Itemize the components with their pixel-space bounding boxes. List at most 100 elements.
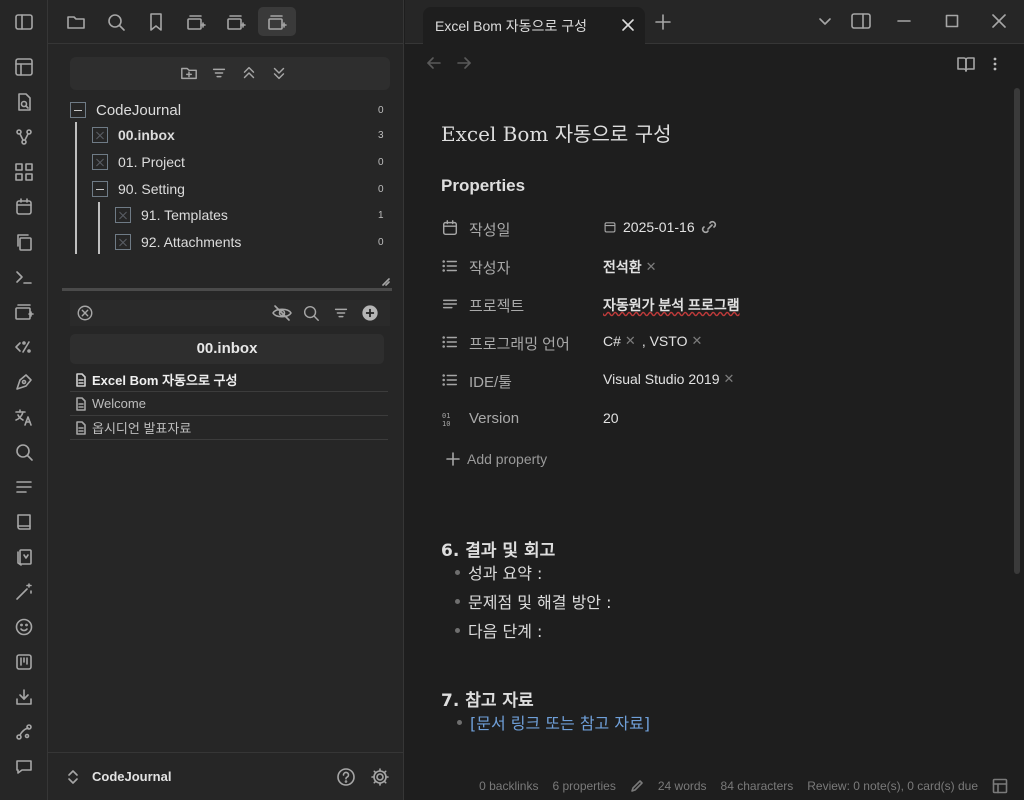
- folder-open-icon[interactable]: [66, 12, 86, 32]
- search-icon[interactable]: [14, 442, 34, 462]
- regex-icon[interactable]: [14, 337, 34, 357]
- grid-icon[interactable]: [14, 162, 34, 182]
- file-pane-folder-title: 00.inbox: [70, 334, 384, 364]
- chevron-updown-icon[interactable]: [66, 769, 80, 785]
- graph-icon[interactable]: [14, 127, 34, 147]
- settings-gear-icon[interactable]: [370, 767, 390, 787]
- more-options-icon[interactable]: [993, 56, 997, 72]
- backlinks-count[interactable]: 0 backlinks: [479, 779, 538, 793]
- file-item[interactable]: Welcome: [70, 392, 388, 416]
- word-count: 24 words: [657, 779, 707, 793]
- stack-add-icon[interactable]: [267, 12, 287, 32]
- folder-item-attachments[interactable]: 92. Attachments 0: [115, 231, 390, 253]
- help-icon[interactable]: [336, 767, 356, 787]
- maximize-icon[interactable]: [945, 14, 959, 28]
- eye-off-icon[interactable]: [272, 304, 292, 322]
- filter-icon[interactable]: [332, 304, 350, 322]
- list-icon: [441, 257, 459, 275]
- folder-item-project[interactable]: 01. Project 0: [92, 151, 390, 173]
- file-search-icon[interactable]: [14, 92, 34, 112]
- sidebar-toggle-icon[interactable]: [14, 12, 34, 32]
- list-item[interactable]: [문서 링크 또는 참고 자료]: [457, 710, 650, 734]
- property-row-project[interactable]: 프로젝트 자동원가 분석 프로그램: [441, 289, 1001, 319]
- link-icon[interactable]: [701, 220, 717, 234]
- collapse-all-icon[interactable]: [240, 64, 258, 82]
- heading-section-6[interactable]: 6. 결과 및 회고: [441, 536, 555, 561]
- collapse-icon[interactable]: [70, 102, 86, 118]
- folder-item-templates[interactable]: 91. Templates 1: [115, 204, 390, 226]
- kanban-icon[interactable]: [14, 652, 34, 672]
- scrollbar[interactable]: [1014, 88, 1020, 574]
- review-status[interactable]: Review: 0 note(s), 0 card(s) due: [807, 779, 978, 793]
- cards-icon[interactable]: [14, 547, 34, 567]
- download-icon[interactable]: [14, 687, 34, 707]
- property-value[interactable]: C# ✕ , VSTO ✕: [603, 333, 702, 349]
- terminal-icon[interactable]: [14, 267, 34, 287]
- internal-link[interactable]: [문서 링크 또는 참고 자료]: [470, 710, 650, 734]
- list-icon[interactable]: [14, 477, 34, 497]
- property-value[interactable]: 2025-01-16: [603, 219, 717, 235]
- search-icon[interactable]: [106, 12, 126, 32]
- new-folder-icon[interactable]: [180, 64, 198, 82]
- smile-icon[interactable]: [14, 617, 34, 637]
- list-item[interactable]: 다음 단계 :: [455, 618, 542, 642]
- property-row-author[interactable]: 작성자 전석환 ✕: [441, 251, 1001, 281]
- add-property-button[interactable]: Add property: [445, 451, 547, 467]
- copy-icon[interactable]: [14, 232, 34, 252]
- property-row-language[interactable]: 프로그래밍 언어 C# ✕ , VSTO ✕: [441, 327, 1001, 357]
- sort-icon[interactable]: [210, 64, 228, 82]
- calendar-icon[interactable]: [14, 197, 34, 217]
- bookmark-icon[interactable]: [146, 12, 166, 32]
- close-circle-icon[interactable]: [76, 304, 94, 322]
- minimize-icon[interactable]: [897, 14, 911, 28]
- comment-icon[interactable]: [14, 757, 34, 777]
- back-arrow-icon[interactable]: [426, 55, 442, 71]
- magic-wand-icon[interactable]: [14, 582, 34, 602]
- reading-view-icon[interactable]: [956, 55, 976, 73]
- edit-icon[interactable]: [630, 779, 644, 793]
- close-window-icon[interactable]: [992, 14, 1006, 28]
- add-card-icon[interactable]: [14, 302, 34, 322]
- pen-icon[interactable]: [14, 372, 34, 392]
- book-icon[interactable]: [14, 512, 34, 532]
- folder-item-setting[interactable]: 90. Setting 0: [92, 178, 390, 200]
- resize-handle-icon[interactable]: [382, 278, 390, 286]
- layout-icon[interactable]: [992, 778, 1008, 794]
- tab-active-note[interactable]: Excel Bom 자동으로 구성: [423, 7, 645, 44]
- expand-all-icon[interactable]: [270, 64, 288, 82]
- property-value[interactable]: 전석환 ✕: [603, 257, 657, 277]
- search-icon[interactable]: [302, 304, 320, 322]
- folder-item-inbox[interactable]: 00.inbox 3: [92, 124, 390, 146]
- folder-item-codejournal[interactable]: CodeJournal 0: [70, 99, 390, 121]
- property-value[interactable]: 자동원가 분석 프로그램: [603, 295, 740, 315]
- new-tab-icon[interactable]: [655, 14, 671, 30]
- list-item[interactable]: 문제점 및 해결 방안 :: [455, 589, 612, 613]
- file-item[interactable]: 옵시디언 발표자료: [70, 416, 388, 440]
- remove-icon[interactable]: ✕: [691, 333, 702, 349]
- stack-add-icon[interactable]: [226, 12, 246, 32]
- heading-section-7[interactable]: 7. 참고 자료: [441, 686, 534, 711]
- chevron-down-icon[interactable]: [818, 16, 832, 28]
- pane-splitter[interactable]: [62, 288, 392, 291]
- file-item[interactable]: Excel Bom 자동으로 구성: [70, 368, 388, 392]
- git-icon[interactable]: [14, 722, 34, 742]
- vault-name[interactable]: CodeJournal: [92, 769, 171, 784]
- property-value[interactable]: Visual Studio 2019 ✕: [603, 371, 734, 387]
- property-row-date[interactable]: 작성일 2025-01-16: [441, 213, 1001, 243]
- note-title[interactable]: Excel Bom 자동으로 구성: [441, 118, 672, 147]
- forward-arrow-icon[interactable]: [456, 55, 472, 71]
- sidebar-right-icon[interactable]: [851, 12, 871, 30]
- close-icon[interactable]: [621, 18, 635, 32]
- remove-icon[interactable]: ✕: [625, 333, 636, 349]
- list-item[interactable]: 성과 요약 :: [455, 560, 542, 584]
- collapse-icon[interactable]: [92, 181, 108, 197]
- property-value[interactable]: 20: [603, 410, 619, 426]
- remove-icon[interactable]: ✕: [724, 371, 735, 387]
- property-row-ide[interactable]: IDE/툴 Visual Studio 2019 ✕: [441, 365, 1001, 395]
- stack-add-icon[interactable]: [186, 12, 206, 32]
- translate-icon[interactable]: [14, 407, 34, 427]
- remove-icon[interactable]: ✕: [646, 259, 657, 275]
- property-row-version[interactable]: 01 10 Version 20: [441, 404, 1001, 434]
- add-note-icon[interactable]: [361, 304, 379, 322]
- layout-icon[interactable]: [14, 57, 34, 77]
